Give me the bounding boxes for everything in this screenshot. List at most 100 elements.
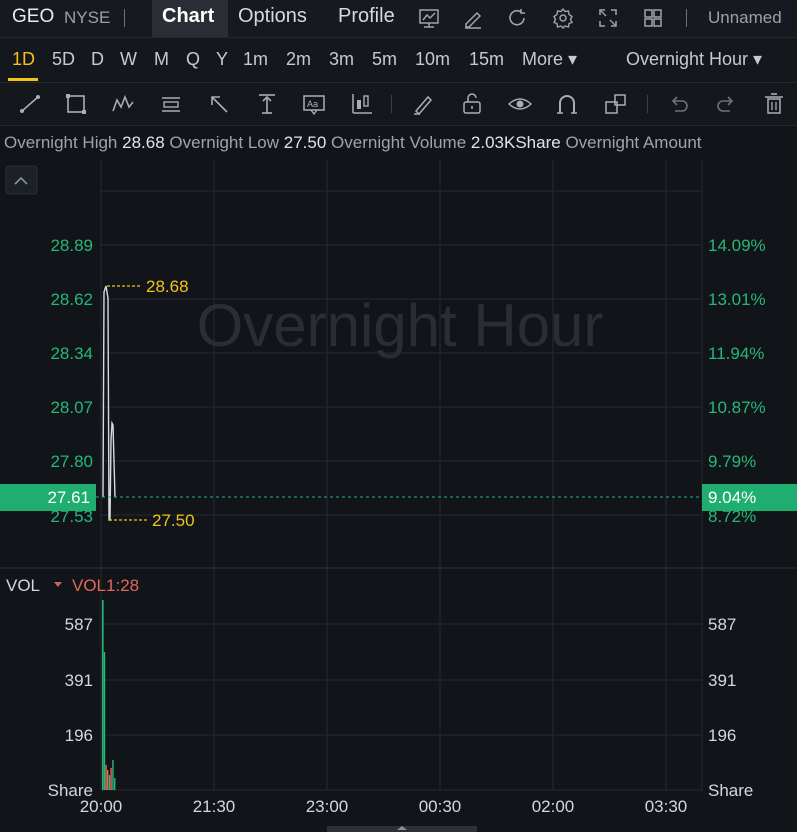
clone-icon[interactable] — [603, 91, 629, 117]
timeframe-5m[interactable]: 5m — [372, 49, 397, 70]
collapse-button[interactable] — [5, 165, 38, 195]
divider — [647, 95, 648, 113]
vol-tick: 391 — [65, 671, 93, 690]
trend-line-icon[interactable] — [17, 91, 43, 117]
pct-tick: 13.01% — [708, 290, 766, 309]
text-note-icon[interactable] — [158, 91, 184, 117]
volume-bar — [114, 778, 116, 790]
stat-low-label: Overnight Low — [169, 133, 280, 152]
timeframe-1d[interactable]: 1D — [12, 49, 35, 70]
layout-name[interactable]: Unnamed — [708, 8, 782, 28]
vol-tick: 196 — [708, 726, 736, 745]
price-chart[interactable]: Overnight Hour 28.89 28.62 28.34 28.07 2… — [0, 160, 797, 832]
pct-tick: 9.79% — [708, 452, 756, 471]
top-header: GEO NYSE Chart Options Profile Unnamed — [0, 0, 797, 38]
watermark: Overnight Hour — [197, 292, 604, 359]
pencil-chart-icon[interactable] — [460, 5, 486, 31]
price-tick: 27.80 — [50, 452, 93, 471]
timeframe-1m[interactable]: 1m — [243, 49, 268, 70]
selected-underline — [8, 78, 38, 81]
volume-bar — [103, 652, 106, 790]
timeframe-d[interactable]: D — [91, 49, 104, 70]
volume-label[interactable]: VOL — [6, 576, 40, 595]
timeframe-m[interactable]: M — [154, 49, 169, 70]
timeframe-15m[interactable]: 15m — [469, 49, 504, 70]
current-price: 27.61 — [47, 488, 90, 507]
candle-icon[interactable] — [349, 91, 375, 117]
volume-indicator: VOL1:28 — [72, 576, 139, 595]
divider — [391, 95, 392, 113]
price-axis: 28.89 28.62 28.34 28.07 27.80 27.53 — [50, 236, 93, 526]
time-tick: 00:30 — [419, 797, 462, 816]
tab-chart[interactable]: Chart — [162, 5, 214, 28]
current-pct: 9.04% — [708, 488, 756, 507]
volume-axis-right: 587 391 196 Share — [708, 615, 753, 800]
overnight-stats: Overnight High 28.68 Overnight Low 27.50… — [4, 133, 702, 153]
volume-axis-left: 587 391 196 Share — [48, 615, 93, 800]
tab-options[interactable]: Options — [238, 5, 307, 28]
tab-profile[interactable]: Profile — [338, 5, 395, 28]
arrow-icon[interactable] — [206, 91, 232, 117]
volume-bar — [105, 765, 107, 790]
timeframe-3m[interactable]: 3m — [329, 49, 354, 70]
svg-text:Aa: Aa — [307, 99, 318, 109]
volume-bar — [102, 600, 104, 790]
volume-bars — [102, 600, 116, 790]
stat-volume-value: 2.03KShare — [470, 133, 561, 152]
timeframe-2m[interactable]: 2m — [286, 49, 311, 70]
divider — [686, 9, 687, 27]
more-timeframes-dropdown[interactable]: More ▾ — [522, 49, 577, 70]
time-tick: 21:30 — [193, 797, 236, 816]
lock-icon[interactable] — [459, 91, 485, 117]
time-axis: 20:00 21:30 23:00 00:30 02:00 03:30 — [80, 797, 688, 816]
stat-amount-label: Overnight Amount — [565, 133, 702, 152]
gear-icon[interactable] — [550, 5, 576, 31]
pct-tick: 11.94% — [708, 344, 764, 363]
trash-icon[interactable] — [761, 91, 787, 117]
timeframe-bar: 1D 5D D W M Q Y 1m 2m 3m 5m 10m 15m More… — [0, 38, 797, 83]
grid — [0, 160, 797, 791]
brush-icon[interactable] — [411, 91, 437, 117]
price-line — [102, 285, 116, 521]
measure-icon[interactable] — [254, 91, 280, 117]
timeframe-q[interactable]: Q — [186, 49, 200, 70]
rectangle-icon[interactable] — [63, 91, 89, 117]
volume-dropdown-icon[interactable] — [54, 582, 62, 587]
vol-tick: Share — [708, 781, 753, 800]
timeframe-y[interactable]: Y — [216, 49, 228, 70]
vol-tick: 587 — [708, 615, 736, 634]
redo-icon[interactable] — [713, 91, 739, 117]
line-chart-icon[interactable] — [416, 5, 442, 31]
timeframe-5d[interactable]: 5D — [52, 49, 75, 70]
pct-tick: 10.87% — [708, 398, 766, 417]
text-label-icon[interactable]: Aa — [301, 91, 327, 117]
stat-high-value: 28.68 — [122, 133, 165, 152]
price-tick: 28.07 — [50, 398, 93, 417]
drawing-toolbar: Aa — [0, 83, 797, 126]
volume-bar — [107, 770, 109, 790]
layout-grid-icon[interactable] — [640, 5, 666, 31]
time-tick: 03:30 — [645, 797, 688, 816]
time-tick: 02:00 — [532, 797, 575, 816]
price-tick: 28.89 — [50, 236, 93, 255]
exchange-label: NYSE — [64, 8, 111, 27]
refresh-icon[interactable] — [504, 5, 530, 31]
session-dropdown[interactable]: Overnight Hour ▾ — [626, 49, 762, 70]
timeframe-w[interactable]: W — [120, 49, 137, 70]
stat-high-label: Overnight High — [4, 133, 118, 152]
undo-icon[interactable] — [666, 91, 692, 117]
divider — [124, 9, 125, 27]
ticker-symbol[interactable]: GEO — [12, 6, 54, 28]
vol-tick: 587 — [65, 615, 93, 634]
timeframe-10m[interactable]: 10m — [415, 49, 450, 70]
vol-tick: 196 — [65, 726, 93, 745]
eye-icon[interactable] — [507, 91, 533, 117]
stat-low-value: 27.50 — [283, 133, 327, 152]
fullscreen-icon[interactable] — [595, 5, 621, 31]
volume-bar — [108, 775, 111, 790]
pct-tick: 14.09% — [708, 236, 766, 255]
magnet-icon[interactable] — [554, 91, 580, 117]
pattern-icon[interactable] — [110, 91, 136, 117]
volume-bar — [110, 768, 112, 790]
high-marker: 28.68 — [146, 277, 189, 296]
